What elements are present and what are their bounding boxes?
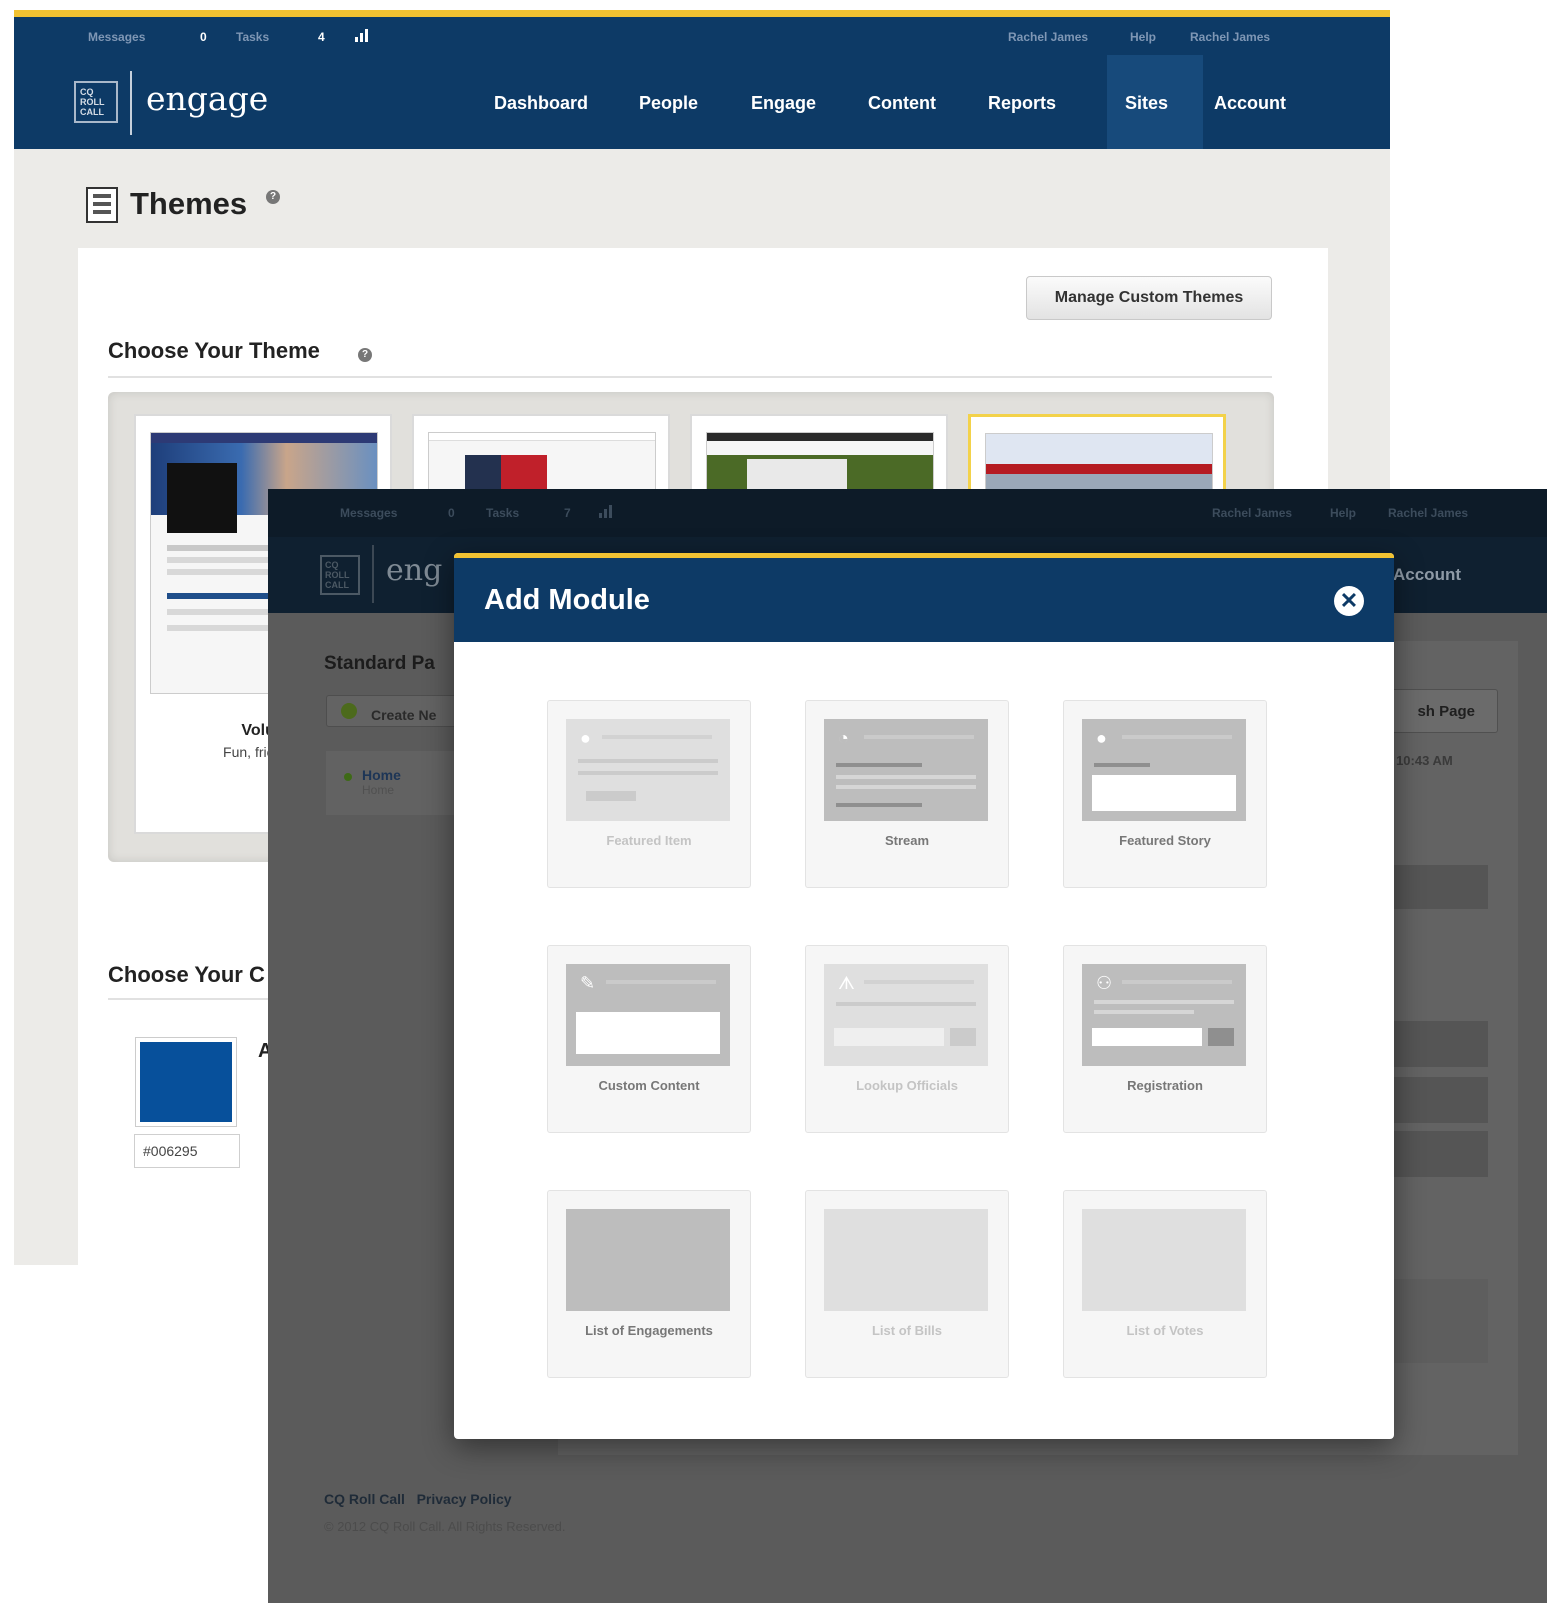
plus-icon	[341, 703, 357, 719]
chat-bubble-icon: ●	[1096, 728, 1107, 748]
tasks-link[interactable]: Tasks	[236, 30, 269, 44]
utility-bar: Messages 0 Tasks 4 Rachel James Help Rac…	[14, 17, 1390, 55]
close-icon[interactable]: ✕	[1334, 586, 1364, 616]
footer-link-privacy[interactable]: Privacy Policy	[417, 1491, 512, 1507]
module-label: Custom Content	[598, 1078, 700, 1093]
info-icon: ●	[580, 728, 591, 748]
user-name-link[interactable]: Rachel James	[1008, 30, 1088, 44]
nav-account[interactable]: Account	[1214, 93, 1286, 114]
page-title: Themes	[130, 186, 248, 221]
footer-links: CQ Roll Call Privacy Policy	[324, 1491, 512, 1507]
module-list-of-engagements[interactable]: List of Engagements	[547, 1190, 751, 1378]
dialog-header: Add Module ✕	[454, 558, 1394, 642]
module-thumbnail: ᗑ	[824, 964, 988, 1066]
tasks-link[interactable]: Tasks	[486, 506, 519, 520]
manage-custom-themes-button[interactable]: Manage Custom Themes	[1026, 276, 1272, 320]
module-thumbnail	[1082, 1209, 1246, 1311]
module-featured-story[interactable]: ● Featured Story	[1063, 700, 1267, 888]
people-group-icon: ᗑ	[838, 973, 855, 993]
module-list-of-bills[interactable]: List of Bills	[805, 1190, 1009, 1378]
nav-dashboard[interactable]: Dashboard	[494, 93, 588, 114]
module-thumbnail: ●	[1082, 719, 1246, 821]
module-label: Featured Story	[1119, 833, 1211, 848]
messages-link[interactable]: Messages	[88, 30, 145, 44]
brand-name[interactable]: eng	[386, 553, 442, 588]
brand-name[interactable]: engage	[146, 79, 268, 118]
user-name-link[interactable]: Rachel James	[1212, 506, 1292, 520]
tasks-count: 7	[564, 506, 571, 520]
dialog-title: Add Module	[484, 584, 650, 616]
module-thumbnail: ⚇	[1082, 964, 1246, 1066]
module-label: Lookup Officials	[856, 1078, 958, 1093]
module-thumbnail: ✎	[566, 964, 730, 1066]
module-label: List of Engagements	[585, 1323, 713, 1338]
signal-icon[interactable]	[354, 27, 370, 46]
help-icon[interactable]: ?	[358, 348, 372, 362]
color-swatch[interactable]	[135, 1037, 237, 1127]
choose-theme-heading: Choose Your Theme	[108, 338, 320, 363]
module-thumbnail	[824, 1209, 988, 1311]
nav-reports[interactable]: Reports	[988, 93, 1056, 114]
nav-sites[interactable]: Sites	[1125, 93, 1168, 114]
add-module-dialog: Add Module ✕ ● Featured Item ◔ Stream ●	[454, 553, 1394, 1439]
messages-link[interactable]: Messages	[340, 506, 397, 520]
module-label: Featured Item	[606, 833, 692, 848]
account-user-link[interactable]: Rachel James	[1388, 506, 1468, 520]
accent-bar	[14, 10, 1390, 17]
tasks-count: 4	[318, 30, 325, 44]
section-divider	[108, 998, 268, 1000]
module-thumbnail: ◔	[824, 719, 988, 821]
signal-icon[interactable]	[598, 503, 614, 522]
rss-icon: ◔	[838, 728, 849, 748]
create-button-label: Create Ne	[371, 706, 437, 723]
module-label: Registration	[1127, 1078, 1203, 1093]
footer-link-cq-roll-call[interactable]: CQ Roll Call	[324, 1491, 405, 1507]
standard-pages-heading: Standard Pa	[324, 653, 435, 674]
help-link[interactable]: Help	[1130, 30, 1156, 44]
module-label: List of Votes	[1126, 1323, 1204, 1338]
themes-page-icon	[86, 187, 118, 223]
footer-copyright: © 2012 CQ Roll Call. All Rights Reserved…	[324, 1519, 566, 1534]
module-thumbnail	[566, 1209, 730, 1311]
logo-divider	[130, 71, 132, 135]
module-stream[interactable]: ◔ Stream	[805, 700, 1009, 888]
color-hex-input[interactable]	[134, 1134, 240, 1168]
module-registration[interactable]: ⚇ Registration	[1063, 945, 1267, 1133]
logo-divider	[372, 545, 374, 603]
nav-engage[interactable]: Engage	[751, 93, 816, 114]
main-nav: CQ ROLL CALL engage Dashboard People Eng…	[14, 55, 1390, 149]
account-user-link[interactable]: Rachel James	[1190, 30, 1270, 44]
choose-color-heading: Choose Your C	[108, 962, 265, 987]
module-list-of-votes[interactable]: List of Votes	[1063, 1190, 1267, 1378]
messages-count: 0	[448, 506, 455, 520]
nav-content[interactable]: Content	[868, 93, 936, 114]
edit-icon: ✎	[580, 973, 596, 993]
utility-bar: Messages 0 Tasks 7 Rachel James Help Rac…	[268, 489, 1547, 537]
logo[interactable]: CQ ROLL CALL	[320, 555, 360, 595]
module-label: Stream	[884, 833, 930, 848]
nav-people[interactable]: People	[639, 93, 698, 114]
module-lookup-officials[interactable]: ᗑ Lookup Officials	[805, 945, 1009, 1133]
nav-account[interactable]: Account	[1393, 565, 1461, 585]
module-label: List of Bills	[871, 1323, 943, 1338]
module-thumbnail: ●	[566, 719, 730, 821]
module-custom-content[interactable]: ✎ Custom Content	[547, 945, 751, 1133]
logo[interactable]: CQ ROLL CALL	[74, 81, 118, 123]
section-divider	[108, 376, 1272, 378]
messages-count: 0	[200, 30, 207, 44]
add-user-icon: ⚇	[1096, 973, 1113, 993]
help-link[interactable]: Help	[1330, 506, 1356, 520]
module-featured-item[interactable]: ● Featured Item	[547, 700, 751, 888]
status-dot-icon	[344, 773, 352, 781]
help-icon[interactable]: ?	[266, 190, 280, 204]
